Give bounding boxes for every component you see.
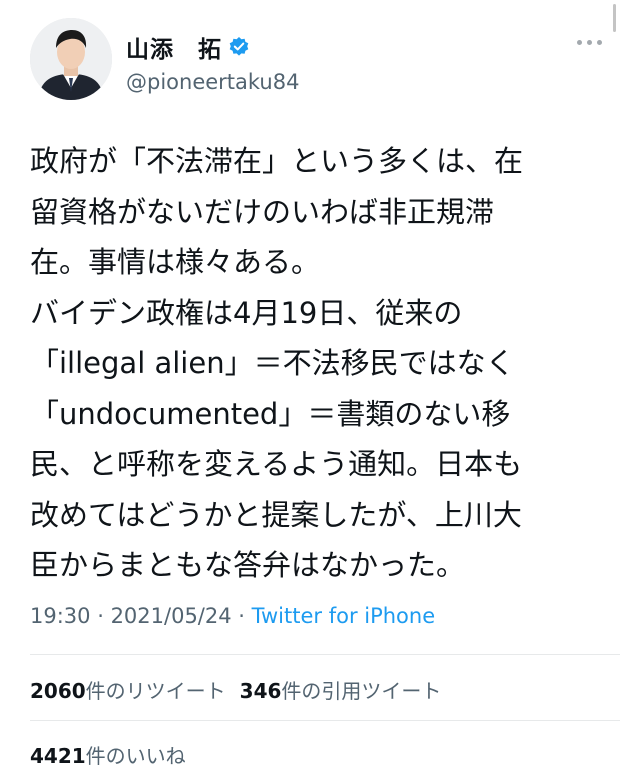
- tweet-line: 臣からまともな答弁はなかった。: [30, 548, 466, 582]
- meta-separator: ·: [231, 604, 252, 628]
- tweet-meta: 19:30 · 2021/05/24 · Twitter for iPhone: [30, 604, 435, 628]
- tweet-line: バイデン政権は4月19日、従来の: [30, 295, 463, 330]
- scrollbar[interactable]: [613, 4, 616, 32]
- display-name-text[interactable]: 山添 拓: [126, 30, 222, 64]
- retweets-stat[interactable]: 2060件のリツイート: [30, 679, 226, 703]
- tweet-line: 改めてはどうかと提案したが、上川大: [30, 497, 522, 532]
- tweet-line: 在。事情は様々ある。: [30, 245, 321, 279]
- quotes-label: 件の引用ツイート: [281, 679, 442, 703]
- author-info: 山添 拓 @pioneertaku84: [126, 30, 299, 94]
- tweet-line: 民、と呼称を変えるよう通知。日本も: [30, 447, 523, 481]
- divider: [30, 720, 620, 721]
- tweet-date[interactable]: 2021/05/24: [111, 604, 232, 628]
- tweet-source-link[interactable]: Twitter for iPhone: [252, 604, 436, 628]
- display-name[interactable]: 山添 拓: [126, 30, 250, 64]
- verified-badge-icon: [228, 36, 250, 58]
- likes-label: 件のいいね: [85, 744, 186, 768]
- tweet-time[interactable]: 19:30: [30, 604, 91, 628]
- retweets-count: 2060: [30, 679, 86, 703]
- quotes-stat[interactable]: 346件の引用ツイート: [240, 679, 442, 703]
- quotes-count: 346: [239, 679, 282, 703]
- retweets-label: 件のリツイート: [85, 679, 226, 703]
- likes-stat[interactable]: 4421件のいいね: [30, 744, 186, 768]
- likes-stats: 4421件のいいね: [30, 740, 186, 769]
- more-options-icon[interactable]: [577, 40, 602, 45]
- divider: [30, 654, 620, 655]
- likes-count: 4421: [30, 744, 86, 768]
- avatar[interactable]: [30, 18, 112, 100]
- tweet-line: 「undocumented」＝書類のない移: [30, 396, 511, 431]
- engagement-stats: 2060件のリツイート 346件の引用ツイート: [30, 675, 441, 704]
- tweet-line: 留資格がないだけのいわば非正規滞: [30, 194, 495, 229]
- user-handle[interactable]: @pioneertaku84: [126, 70, 299, 94]
- tweet-line: 「illegal alien」＝不法移民ではなく: [30, 346, 515, 380]
- tweet-line: 政府が「不法滞在」という多くは、在: [30, 144, 524, 178]
- meta-separator: ·: [90, 604, 111, 628]
- tweet-text: 政府が「不法滞在」という多くは、在 留資格がないだけのいわば非正規滞 在。事情は…: [30, 136, 590, 591]
- tweet-header: 山添 拓 @pioneertaku84: [30, 18, 606, 100]
